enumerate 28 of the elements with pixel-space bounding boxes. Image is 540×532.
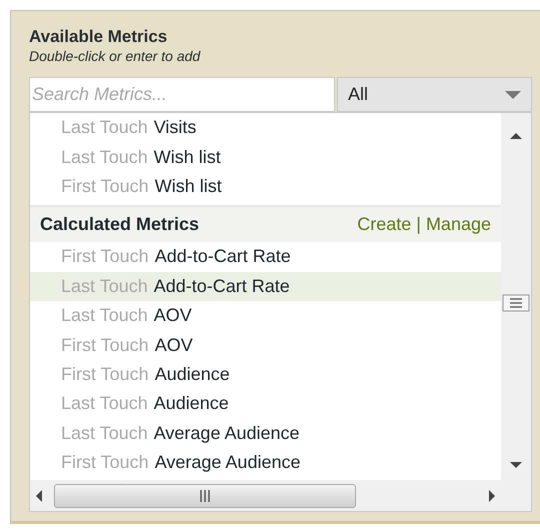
metric-item[interactable]: Last Touch Visits bbox=[30, 113, 501, 142]
search-field[interactable]: Search Metrics... bbox=[29, 77, 335, 112]
scroll-grip-icon[interactable] bbox=[502, 294, 530, 312]
section-link[interactable]: Create bbox=[357, 214, 412, 236]
section-title: Calculated Metrics bbox=[40, 214, 200, 236]
link-separator: | bbox=[416, 214, 421, 236]
metric-item[interactable]: Last Touch AOV bbox=[30, 300, 501, 330]
caret-icon bbox=[505, 90, 521, 98]
panel-title: Available Metrics bbox=[29, 27, 168, 47]
scroll-thumb[interactable] bbox=[54, 484, 356, 508]
metric-item[interactable]: Last Touch Wish list bbox=[30, 142, 501, 172]
horizontal-scrollbar[interactable] bbox=[30, 480, 501, 511]
vertical-scrollbar[interactable] bbox=[501, 113, 531, 480]
metric-item[interactable]: Last Touch Add-to-Cart Rate bbox=[30, 272, 501, 301]
metric-item[interactable]: First Touch Average Audience bbox=[30, 448, 501, 478]
metric-item[interactable]: First Touch Add-to-Cart Rate bbox=[30, 242, 501, 272]
scroll-down-icon[interactable] bbox=[510, 462, 522, 468]
scroll-up-icon[interactable] bbox=[510, 133, 522, 139]
metric-item[interactable]: Last Touch Audience bbox=[30, 389, 501, 419]
scroll-left-icon[interactable] bbox=[36, 490, 42, 502]
filter-dropdown[interactable]: All bbox=[337, 77, 532, 112]
metric-item[interactable]: Last Touch Average Audience bbox=[30, 418, 501, 448]
metric-item[interactable]: First Touch AOV bbox=[30, 330, 501, 360]
scroll-right-icon[interactable] bbox=[489, 490, 495, 502]
section-link[interactable]: Manage bbox=[426, 214, 491, 236]
metric-item[interactable]: First Touch Audience bbox=[30, 360, 501, 390]
metric-item[interactable]: First Touch Wish list bbox=[30, 172, 501, 202]
panel-subtitle: Double-click or enter to add bbox=[29, 48, 200, 64]
